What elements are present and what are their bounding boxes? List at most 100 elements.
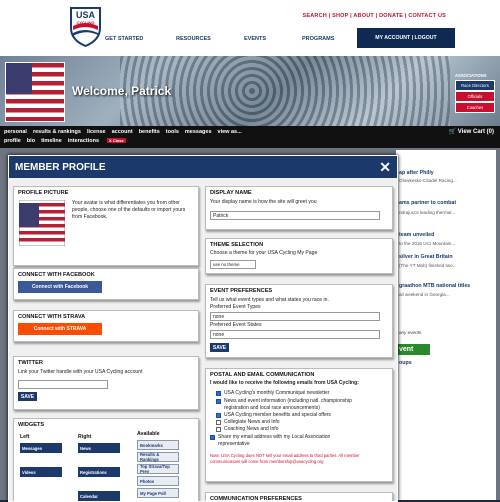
subnav-interactions[interactable]: interactions bbox=[68, 138, 99, 144]
widget-my-page-poll[interactable]: My Page Poll bbox=[137, 488, 179, 498]
subnav-row-primary: personal results & rankings license account… bbox=[4, 129, 248, 135]
widget-messages[interactable]: Messages bbox=[20, 443, 62, 453]
nav-get-started[interactable]: GET STARTED bbox=[105, 36, 143, 42]
subnav-close-button[interactable]: X Close bbox=[107, 138, 126, 143]
close-icon[interactable]: ✕ bbox=[379, 159, 391, 176]
coaching-label: Coaching News and Info bbox=[224, 426, 279, 432]
event-types-label: Preferred Event Types bbox=[210, 304, 261, 310]
widget-results-rankings[interactable]: Results & Rankings bbox=[137, 452, 179, 462]
subnav-tools[interactable]: tools bbox=[166, 129, 179, 135]
widget-videos[interactable]: Videos bbox=[20, 467, 62, 477]
news-title[interactable]: silver in Great Britain bbox=[399, 254, 453, 260]
site-header: USA CYCLING SEARCH | SHOP | ABOUT | DONA… bbox=[0, 0, 500, 56]
widget-photos[interactable]: Photos bbox=[137, 476, 179, 486]
modal-header: MEMBER PROFILE ✕ bbox=[9, 156, 397, 178]
officials-button[interactable]: Officials bbox=[455, 91, 495, 102]
member-benefits-checkbox[interactable] bbox=[216, 413, 221, 418]
news-events-checkbox[interactable] bbox=[216, 399, 221, 404]
theme-panel: THEME SELECTION Choose a theme for your … bbox=[205, 238, 393, 274]
strava-panel: CONNECT WITH STRAVA Connect with STRAVA bbox=[13, 310, 199, 342]
theme-select[interactable]: use no theme bbox=[210, 260, 256, 269]
profile-picture-panel: PROFILE PICTURE Your avatar is what diff… bbox=[13, 186, 199, 266]
welcome-heading: Welcome, Patrick bbox=[72, 84, 172, 98]
collegiate-checkbox[interactable] bbox=[216, 420, 221, 425]
subnav-benefits[interactable]: benefits bbox=[139, 129, 160, 135]
news-snippet: (The YT Mob) finished two... bbox=[399, 263, 457, 268]
share-email-checkbox[interactable] bbox=[210, 435, 215, 440]
news-title[interactable]: team unveiled bbox=[399, 232, 434, 238]
widgets-right-label: Right bbox=[78, 434, 92, 440]
groups-heading: oups bbox=[399, 360, 412, 366]
subnav-results-rankings[interactable]: results & rankings bbox=[33, 129, 81, 135]
view-cart-link[interactable]: 🛒 View Cart (0) bbox=[449, 128, 494, 135]
news-title[interactable]: graathon MTB national titles bbox=[399, 283, 470, 289]
avatar[interactable] bbox=[5, 62, 65, 122]
events-empty-text: any events. bbox=[399, 330, 423, 335]
event-types-input[interactable] bbox=[210, 312, 380, 321]
cart-icon: 🛒 bbox=[448, 129, 458, 135]
theme-description: Choose a theme for your USA Cycling My P… bbox=[210, 250, 318, 256]
twitter-description: Link your Twitter handle with your USA C… bbox=[18, 369, 143, 375]
widget-top-strava[interactable]: Top Strava/Top Prev bbox=[137, 464, 179, 474]
profile-picture-thumbnail[interactable] bbox=[19, 200, 65, 246]
member-profile-modal: MEMBER PROFILE ✕ PROFILE PICTURE Your av… bbox=[8, 155, 398, 502]
privacy-note: Note: USA Cycling does NOT sell your ema… bbox=[210, 453, 360, 464]
news-title[interactable]: ams partner to combat bbox=[399, 200, 456, 206]
subnav-license[interactable]: license bbox=[87, 129, 106, 135]
coaches-button[interactable]: Coaches bbox=[455, 102, 495, 113]
subnav-account[interactable]: account bbox=[112, 129, 133, 135]
event-preferences-panel: EVENT PREFERENCES Tell us what event typ… bbox=[205, 284, 393, 358]
twitter-handle-input[interactable] bbox=[18, 380, 108, 389]
news-snippet: ail weekend in Georgia... bbox=[399, 292, 450, 297]
news-snippet: to the 2016 UCI Mountain... bbox=[399, 241, 456, 246]
subnav-timeline[interactable]: timeline bbox=[41, 138, 62, 144]
nav-resources[interactable]: RESOURCES bbox=[176, 36, 211, 42]
newsletter-checkbox[interactable] bbox=[216, 391, 221, 396]
news-snippet: Olowkesko-Citadel Racing... bbox=[399, 178, 457, 183]
connect-facebook-button[interactable]: Connect with Facebook bbox=[18, 281, 102, 293]
collegiate-label: Collegiate News and Info bbox=[224, 419, 280, 425]
twitter-save-button[interactable]: SAVE bbox=[18, 392, 37, 401]
display-name-panel: DISPLAY NAME Your display name is how th… bbox=[205, 186, 393, 230]
add-event-button[interactable]: vent bbox=[396, 344, 430, 355]
nav-events[interactable]: EVENTS bbox=[244, 36, 266, 42]
subnav-personal[interactable]: personal bbox=[4, 129, 27, 135]
event-preferences-description: Tell us what event types and what states… bbox=[210, 297, 329, 303]
communication-preferences-title: COMMUNICATION PREFERENCES bbox=[210, 496, 302, 502]
svg-text:USA: USA bbox=[76, 10, 96, 20]
subnav-row-secondary: profile bio timeline interactions X Close bbox=[4, 138, 132, 144]
event-states-input[interactable] bbox=[210, 330, 380, 339]
news-events-label-cont: registration and local race announcement… bbox=[224, 405, 320, 411]
coaching-checkbox[interactable] bbox=[216, 427, 221, 432]
utility-links[interactable]: SEARCH | SHOP | ABOUT | DONATE | CONTACT… bbox=[302, 13, 446, 19]
postal-email-subtitle: I would like to receive the following em… bbox=[210, 380, 359, 386]
connect-strava-button[interactable]: Connect with STRAVA bbox=[18, 323, 102, 335]
news-title[interactable]: ap after Philly bbox=[399, 170, 434, 176]
share-email-label-cont: representative bbox=[218, 441, 250, 447]
profile-picture-title: PROFILE PICTURE bbox=[18, 190, 69, 196]
news-sidebar: ap after Philly Olowkesko-Citadel Racing… bbox=[396, 150, 496, 500]
event-preferences-save-button[interactable]: SAVE bbox=[210, 343, 229, 352]
nav-programs[interactable]: PROGRAMS bbox=[302, 36, 334, 42]
postal-email-panel: POSTAL AND EMAIL COMMUNICATION I would l… bbox=[205, 368, 393, 482]
widget-news[interactable]: News bbox=[78, 443, 120, 453]
race-directors-button[interactable]: Race Directors bbox=[455, 80, 495, 91]
subnav-profile[interactable]: profile bbox=[4, 138, 21, 144]
widget-registrations[interactable]: Registrations bbox=[78, 467, 120, 477]
subnav-bio[interactable]: bio bbox=[27, 138, 35, 144]
subnav-view-as[interactable]: view as... bbox=[218, 129, 242, 135]
communication-preferences-panel: COMMUNICATION PREFERENCES bbox=[205, 492, 393, 502]
strava-title: CONNECT WITH STRAVA bbox=[18, 314, 86, 320]
news-events-label: News and event information (including na… bbox=[224, 398, 352, 404]
postal-email-title: POSTAL AND EMAIL COMMUNICATION bbox=[210, 372, 315, 378]
profile-subnav: personal results & rankings license account… bbox=[0, 126, 500, 148]
share-email-label: Share my email address with my Local Ass… bbox=[218, 434, 331, 440]
widget-bookmarks[interactable]: Bookmarks bbox=[137, 440, 179, 450]
event-preferences-title: EVENT PREFERENCES bbox=[210, 288, 273, 294]
usa-cycling-logo[interactable]: USA CYCLING bbox=[69, 6, 102, 47]
display-name-input[interactable] bbox=[210, 211, 380, 220]
my-account-logout[interactable]: MY ACCOUNT | LOGOUT bbox=[357, 28, 455, 48]
profile-picture-description: Your avatar is what differentiates you f… bbox=[72, 200, 186, 220]
subnav-messages[interactable]: messages bbox=[185, 129, 212, 135]
news-snippet: ndrajuccs leading thermal... bbox=[399, 210, 456, 215]
